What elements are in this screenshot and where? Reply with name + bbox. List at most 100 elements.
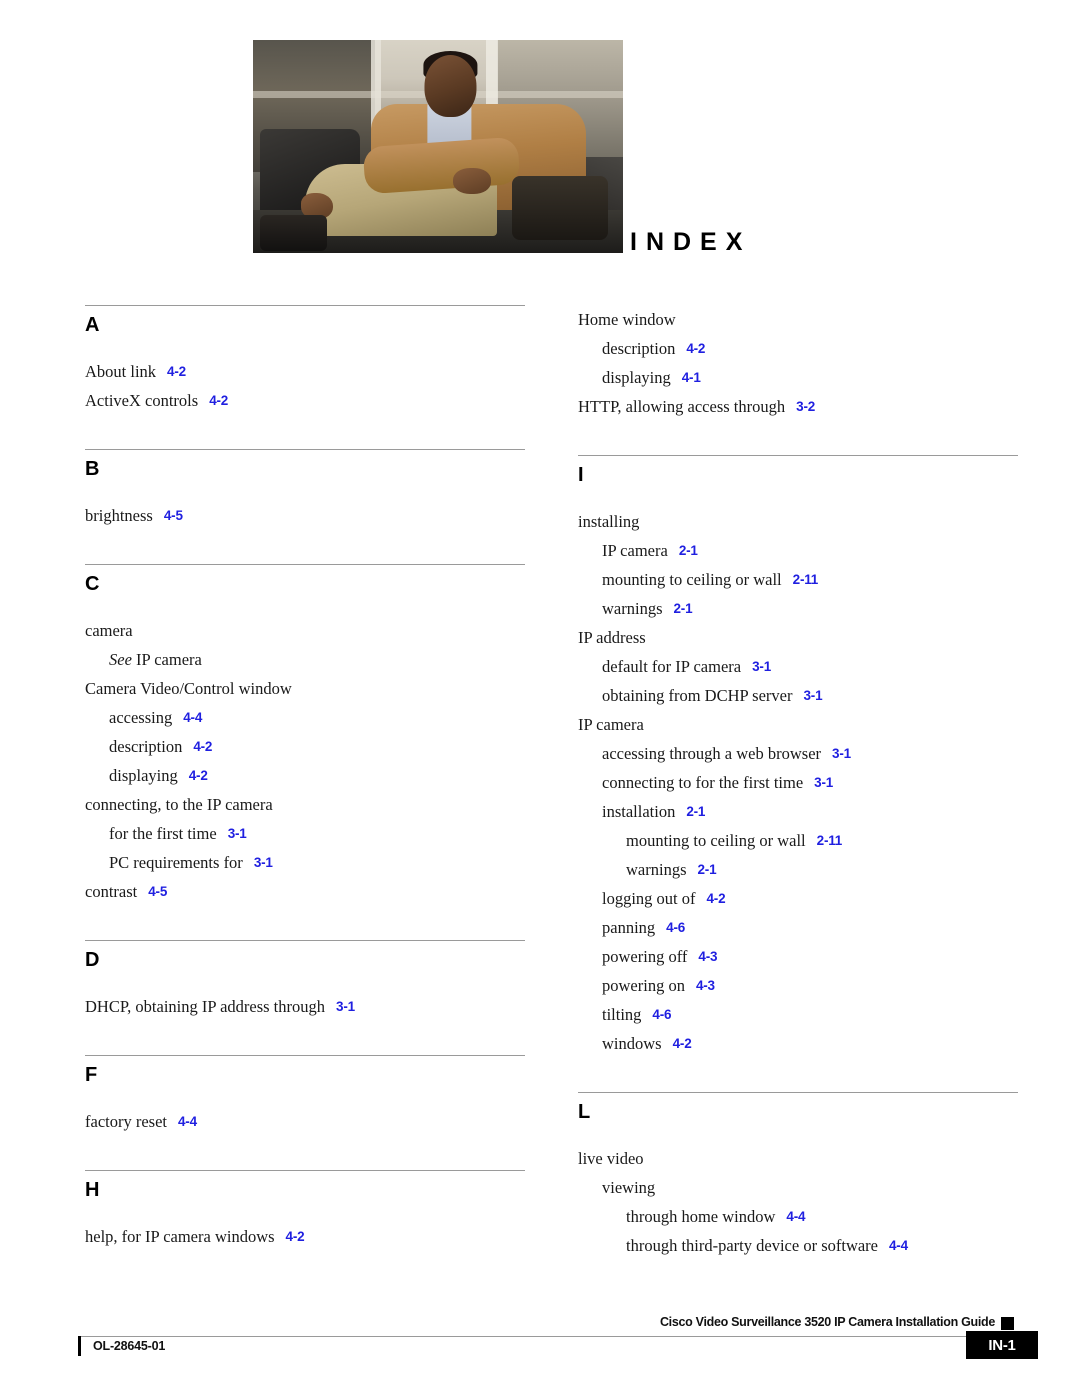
index-page-reference[interactable]: 2-1 <box>698 862 717 877</box>
index-page-reference[interactable]: 4-5 <box>148 884 167 899</box>
index-entry: obtaining from DCHP server 3-1 <box>578 681 1018 710</box>
index-entry-term: connecting to for the first time <box>602 773 804 792</box>
index-page-reference[interactable]: 3-1 <box>814 775 833 790</box>
index-entry: displaying 4-2 <box>85 761 525 790</box>
index-page-reference[interactable]: 2-1 <box>686 804 705 819</box>
page-footer: Cisco Video Surveillance 3520 IP Camera … <box>0 1315 1080 1387</box>
index-entry: powering on 4-3 <box>578 971 1018 1000</box>
index-page-reference[interactable]: 4-2 <box>167 364 186 379</box>
index-entry-term: connecting, to the IP camera <box>85 795 273 814</box>
index-entry-term: logging out of <box>602 889 696 908</box>
index-page-reference[interactable]: 4-2 <box>686 341 705 356</box>
index-entry-term: warnings <box>626 860 687 879</box>
index-entry-term: Camera Video/Control window <box>85 679 292 698</box>
index-entry: contrast 4-5 <box>85 877 525 906</box>
index-page-reference[interactable]: 4-2 <box>673 1036 692 1051</box>
index-section-b: Bbrightness 4-5 <box>85 449 525 530</box>
index-entry-term: IP address <box>578 628 646 647</box>
index-entry: description 4-2 <box>85 732 525 761</box>
section-divider <box>578 455 1018 456</box>
index-section-f: Ffactory reset 4-4 <box>85 1055 525 1136</box>
index-entry: through home window 4-4 <box>578 1202 1018 1231</box>
index-page-reference[interactable]: 3-1 <box>336 999 355 1014</box>
index-page-reference[interactable]: 4-3 <box>698 949 717 964</box>
index-page-reference[interactable]: 4-4 <box>889 1238 908 1253</box>
index-page-reference[interactable]: 4-2 <box>209 393 228 408</box>
index-entry-term: installation <box>602 802 676 821</box>
section-entries: help, for IP camera windows 4-2 <box>85 1222 525 1251</box>
footer-square-marker <box>1001 1317 1014 1330</box>
index-entry: IP address <box>578 623 1018 652</box>
index-page-reference[interactable]: 2-11 <box>793 572 819 587</box>
index-page-reference[interactable]: 4-4 <box>183 710 202 725</box>
index-page-reference[interactable]: 4-2 <box>707 891 726 906</box>
index-entry-term: through home window <box>626 1207 776 1226</box>
index-entry-cross-reference: See IP camera <box>109 650 202 669</box>
index-entry-term: obtaining from DCHP server <box>602 686 793 705</box>
section-entries: camera See IP camera Camera Video/Control … <box>85 616 525 906</box>
index-entry: factory reset 4-4 <box>85 1107 525 1136</box>
index-page-reference[interactable]: 4-3 <box>696 978 715 993</box>
index-entry-term: mounting to ceiling or wall <box>626 831 806 850</box>
footer-page-number: IN-1 <box>966 1331 1038 1359</box>
index-entry: panning 4-6 <box>578 913 1018 942</box>
index-entry: warnings 2-1 <box>578 594 1018 623</box>
index-page-reference[interactable]: 4-2 <box>193 739 212 754</box>
index-page-reference[interactable]: 3-1 <box>752 659 771 674</box>
index-section-continued: Home window description 4-2 displaying 4-1 HT… <box>578 305 1018 421</box>
index-entry: camera <box>85 616 525 645</box>
index-entry-term: panning <box>602 918 656 937</box>
index-page-reference[interactable]: 4-1 <box>682 370 701 385</box>
index-section-h: Hhelp, for IP camera windows 4-2 <box>85 1170 525 1251</box>
index-entry-term: default for IP camera <box>602 657 742 676</box>
index-entry: DHCP, obtaining IP address through 3-1 <box>85 992 525 1021</box>
section-divider <box>85 940 525 941</box>
index-entry: See IP camera <box>85 645 525 674</box>
index-entry: About link 4-2 <box>85 357 525 386</box>
index-entry: through third-party device or software 4-… <box>578 1231 1018 1260</box>
footer-document-id: OL-28645-01 <box>93 1339 166 1353</box>
index-entry-term: description <box>602 339 676 358</box>
index-page-reference[interactable]: 4-6 <box>666 920 685 935</box>
index-entry: installing <box>578 507 1018 536</box>
index-entry: mounting to ceiling or wall 2-11 <box>578 826 1018 855</box>
index-entry: accessing through a web browser 3-1 <box>578 739 1018 768</box>
index-page-reference[interactable]: 3-1 <box>228 826 247 841</box>
section-divider <box>578 1092 1018 1093</box>
index-page-reference[interactable]: 4-5 <box>164 508 183 523</box>
index-entry-term: through third-party device or software <box>626 1236 878 1255</box>
index-page-reference[interactable]: 2-1 <box>674 601 693 616</box>
index-entry-term: installing <box>578 512 640 531</box>
section-entries: live video viewing through home window 4-4 t… <box>578 1144 1018 1260</box>
index-entry: viewing <box>578 1173 1018 1202</box>
index-section-i: Iinstalling IP camera 2-1 mounting to ceili… <box>578 455 1018 1058</box>
index-entry: installation 2-1 <box>578 797 1018 826</box>
index-header-photo <box>253 40 623 253</box>
index-column-left: A About link 4-2 ActiveX controls 4-2 Bbright… <box>85 305 525 1285</box>
index-entry-term: powering on <box>602 976 685 995</box>
index-entry: live video <box>578 1144 1018 1173</box>
section-entries: Home window description 4-2 displaying 4-1 HT… <box>578 305 1018 421</box>
index-entry-term: accessing <box>109 708 173 727</box>
index-entry-term: warnings <box>602 599 663 618</box>
index-page-reference[interactable]: 2-11 <box>817 833 843 848</box>
index-entry: connecting, to the IP camera <box>85 790 525 819</box>
index-page-reference[interactable]: 3-1 <box>832 746 851 761</box>
index-page-reference[interactable]: 4-6 <box>652 1007 671 1022</box>
index-page-reference[interactable]: 3-1 <box>254 855 273 870</box>
index-section-l: Llive video viewing through home window 4-4… <box>578 1092 1018 1260</box>
section-letter: F <box>85 1064 98 1086</box>
index-entry-term: displaying <box>602 368 671 387</box>
index-page-reference[interactable]: 4-2 <box>189 768 208 783</box>
index-page-reference[interactable]: 3-2 <box>796 399 815 414</box>
index-page-reference[interactable]: 3-1 <box>803 688 822 703</box>
index-page-reference[interactable]: 4-4 <box>178 1114 197 1129</box>
index-page-reference[interactable]: 4-4 <box>786 1209 805 1224</box>
index-entry: Camera Video/Control window <box>85 674 525 703</box>
section-divider <box>85 1170 525 1171</box>
index-page-reference[interactable]: 4-2 <box>286 1229 305 1244</box>
index-entry-term: IP camera <box>602 541 668 560</box>
index-entry-term: description <box>109 737 183 756</box>
section-entries: factory reset 4-4 <box>85 1107 525 1136</box>
index-page-reference[interactable]: 2-1 <box>679 543 698 558</box>
